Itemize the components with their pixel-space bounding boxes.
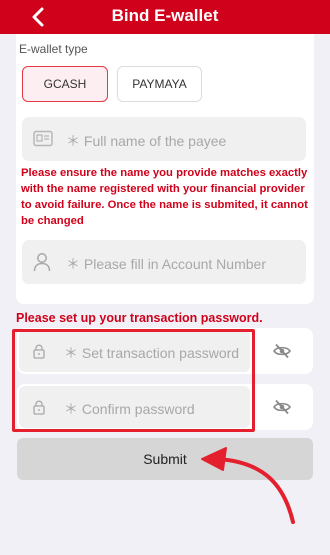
submit-button-label: Submit [143,451,187,467]
password-heading: Please set up your transaction password. [16,311,263,325]
payee-name-placeholder: ＊ Full name of the payee [66,133,227,149]
eye-off-icon[interactable] [273,399,291,415]
set-password-field[interactable]: ＊ Set transaction password [19,330,250,372]
user-icon [33,253,51,272]
option-gcash[interactable]: GCASH [22,66,108,102]
set-password-placeholder: ＊ Set transaction password [64,345,240,361]
submit-button[interactable]: Submit [17,438,313,480]
lock-icon [33,344,45,359]
eye-off-icon[interactable] [273,343,291,359]
option-paymaya[interactable]: PAYMAYA [117,66,202,102]
set-password-row: ＊ Set transaction password [17,328,313,374]
account-number-placeholder: ＊ Please fill in Account Number [66,256,266,272]
e-wallet-type-label: E-wallet type [19,42,88,56]
lock-icon [33,400,45,415]
confirm-password-row: ＊ Confirm password [17,384,313,430]
name-warning-text: Please ensure the name you provide match… [21,167,308,227]
option-paymaya-label: PAYMAYA [132,77,187,91]
payee-name-field[interactable]: ＊ Full name of the payee [22,117,306,161]
top-bar: Bind E-wallet [0,0,330,34]
option-gcash-label: GCASH [43,77,87,91]
id-card-icon [33,130,53,147]
confirm-password-field[interactable]: ＊ Confirm password [19,386,250,428]
page-title: Bind E-wallet [111,6,219,25]
account-number-field[interactable]: ＊ Please fill in Account Number [22,240,306,284]
confirm-password-placeholder: ＊ Confirm password [64,401,195,417]
